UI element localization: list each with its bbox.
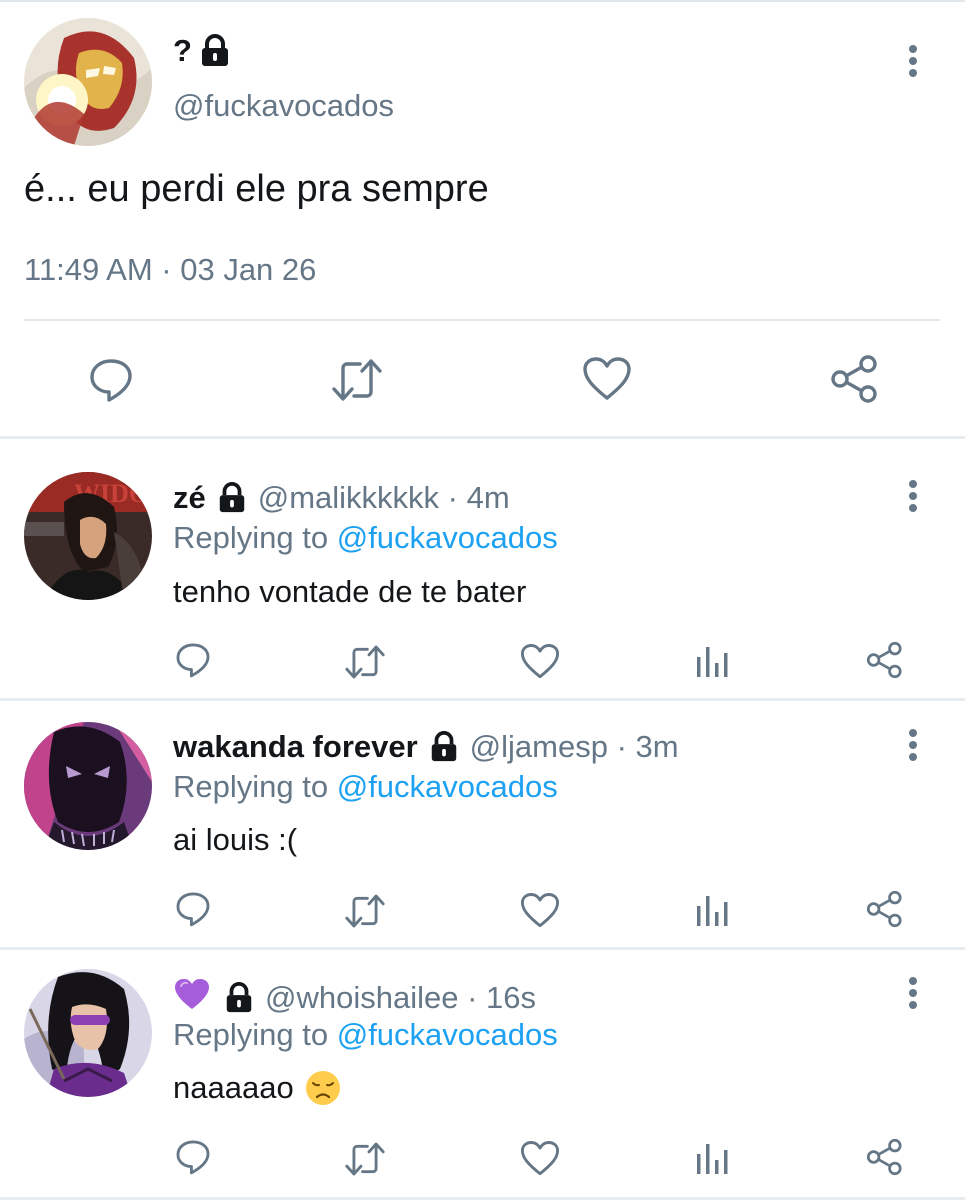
tweet-text-content: naaaaao (173, 1070, 294, 1105)
avatar[interactable]: WIDOW (24, 472, 152, 600)
reply-header: zé @malikkkkkk · 4m (173, 480, 510, 516)
avatar[interactable] (24, 722, 152, 850)
share-icon[interactable] (830, 354, 880, 404)
like-icon[interactable] (520, 1140, 560, 1177)
reply-header: @whoishailee · 16s (173, 977, 536, 1019)
like-icon[interactable] (520, 892, 560, 929)
retweet-icon[interactable] (343, 643, 387, 681)
main-tweet: ? @fuckavocados é... eu perdi ele pra se… (0, 0, 965, 438)
replying-to: Replying to @fuckavocados (173, 769, 558, 805)
purple-heart-icon (175, 979, 209, 1009)
avatar[interactable] (24, 18, 152, 146)
tweet-text: tenho vontade de te bater (173, 574, 527, 609)
tweet-text: naaaaao (173, 1069, 342, 1107)
replying-to-link[interactable]: @fuckavocados (337, 1017, 558, 1052)
analytics-icon[interactable] (694, 645, 730, 679)
analytics-icon[interactable] (694, 894, 730, 928)
more-vertical-icon[interactable] (908, 976, 918, 1010)
share-icon[interactable] (866, 890, 904, 928)
reply-icon[interactable] (174, 641, 212, 679)
display-name[interactable] (173, 977, 211, 1019)
reply-icon[interactable] (174, 890, 212, 928)
replying-to: Replying to @fuckavocados (173, 520, 558, 556)
share-icon[interactable] (866, 1138, 904, 1176)
replying-to-label: Replying to (173, 520, 329, 555)
display-name[interactable]: ? (173, 33, 232, 69)
timestamp: 11:49 AM · 03 Jan 26 (24, 252, 317, 287)
share-icon[interactable] (866, 641, 904, 679)
disappointed-face-icon (305, 1071, 340, 1105)
handle[interactable]: @fuckavocados (173, 88, 394, 124)
display-name-text: ? (173, 33, 192, 68)
avatar[interactable] (24, 969, 152, 1097)
reply-header: wakanda forever @ljamesp · 3m (173, 729, 679, 765)
replying-to-label: Replying to (173, 769, 329, 804)
reply-tweet[interactable]: @whoishailee · 16s Replying to @fuckavoc… (0, 950, 965, 1200)
lock-icon (201, 34, 228, 66)
replying-to-label: Replying to (173, 1017, 329, 1052)
display-name[interactable]: wakanda forever (173, 729, 418, 765)
lock-icon (219, 482, 244, 513)
like-icon[interactable] (520, 643, 560, 680)
reply-tweet[interactable]: WIDOW zé @malikkkkkk · 4m Replying to @f… (0, 439, 965, 698)
tweet-text: é... eu perdi ele pra sempre (24, 168, 489, 210)
replying-to-link[interactable]: @fuckavocados (337, 769, 558, 804)
retweet-icon[interactable] (343, 892, 387, 930)
handle-and-time[interactable]: @malikkkkkk · 4m (258, 480, 510, 516)
reply-tweet[interactable]: wakanda forever @ljamesp · 3m Replying t… (0, 701, 965, 947)
retweet-icon[interactable] (330, 356, 384, 404)
divider (24, 319, 940, 321)
replying-to-link[interactable]: @fuckavocados (337, 520, 558, 555)
lock-icon (431, 731, 456, 762)
lock-icon (226, 982, 252, 1013)
replying-to: Replying to @fuckavocados (173, 1017, 558, 1053)
reply-icon[interactable] (87, 356, 135, 404)
reply-icon[interactable] (174, 1138, 212, 1176)
handle-and-time[interactable]: @whoishailee · 16s (265, 980, 536, 1016)
more-vertical-icon[interactable] (908, 44, 918, 78)
retweet-icon[interactable] (343, 1140, 387, 1178)
more-vertical-icon[interactable] (908, 479, 918, 513)
tweet-text: ai louis :( (173, 822, 298, 857)
more-vertical-icon[interactable] (908, 728, 918, 762)
display-name[interactable]: zé (173, 480, 206, 516)
like-icon[interactable] (582, 356, 632, 402)
handle-and-time[interactable]: @ljamesp · 3m (470, 729, 679, 765)
analytics-icon[interactable] (694, 1142, 730, 1176)
